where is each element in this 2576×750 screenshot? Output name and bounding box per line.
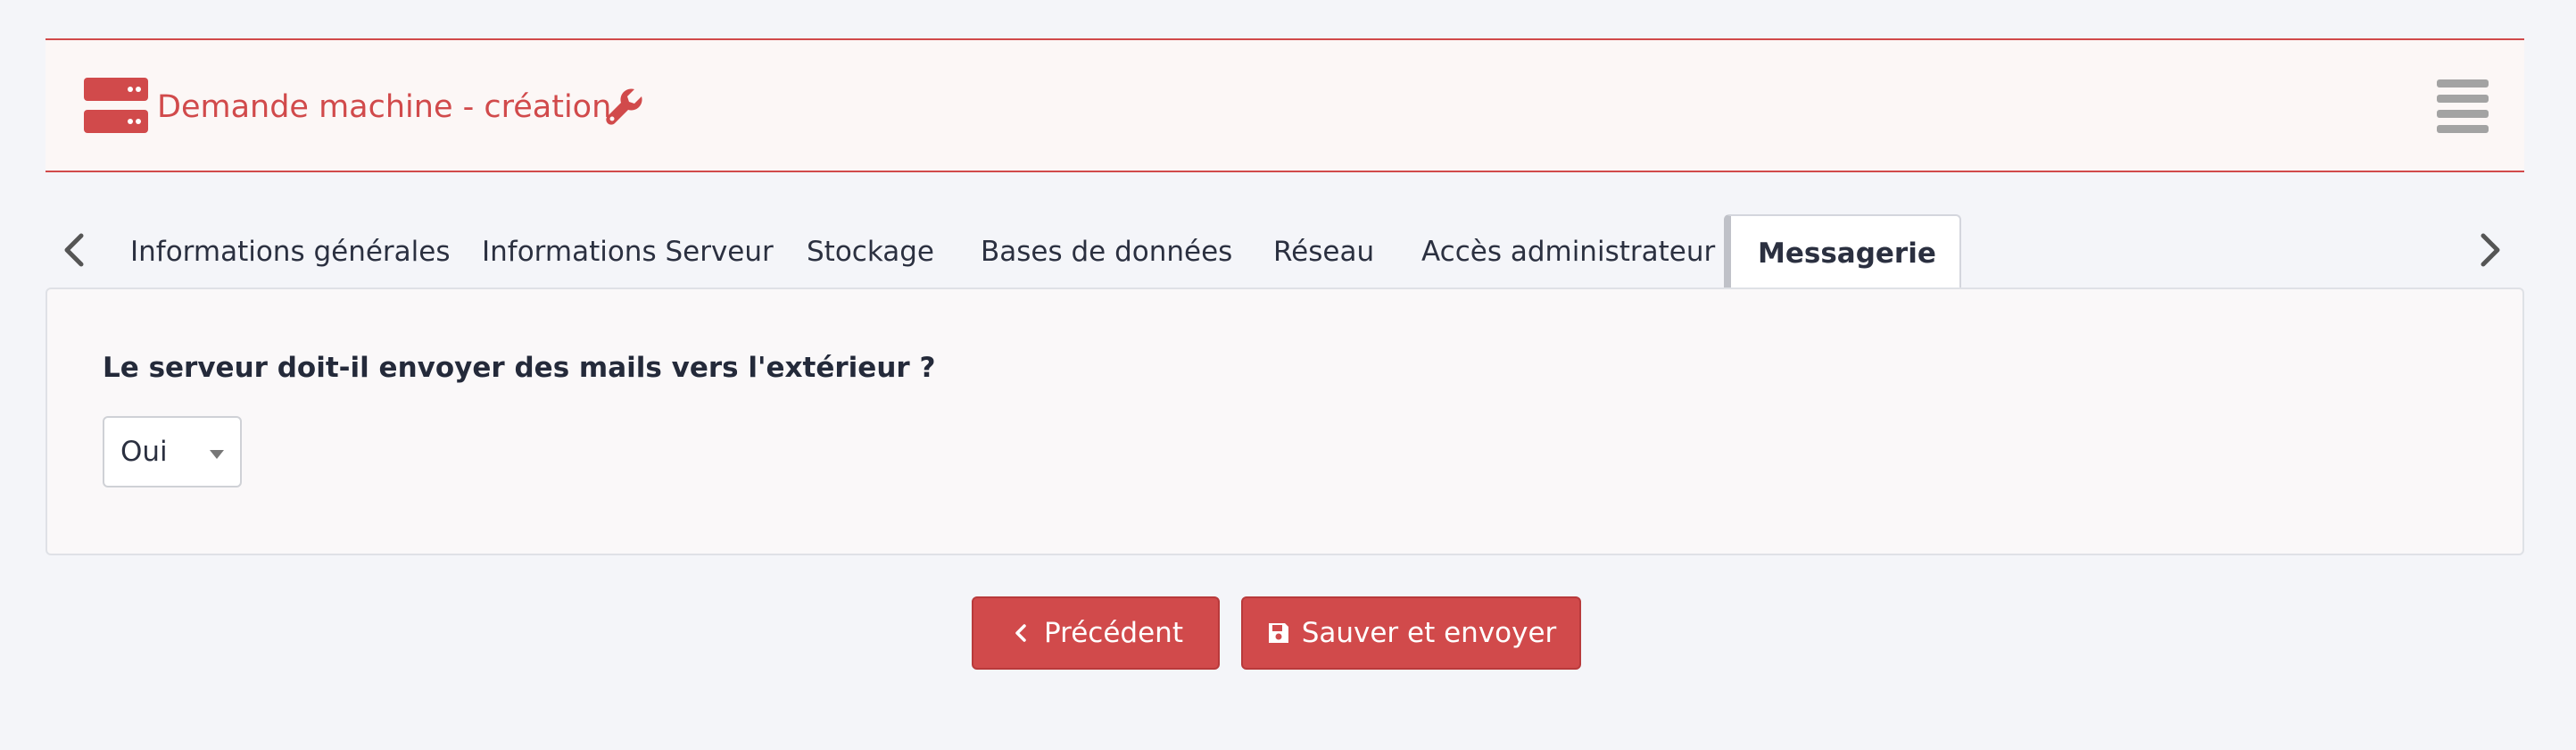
hamburger-menu-icon[interactable] xyxy=(2437,79,2489,133)
page-title: Demande machine - création xyxy=(157,89,612,125)
chevron-right-icon[interactable] xyxy=(2472,230,2508,270)
mail-outbound-select[interactable]: Oui xyxy=(103,416,242,488)
tab-messagerie[interactable]: Messagerie xyxy=(1724,214,1961,291)
messagerie-panel: Le serveur doit-il envoyer des mails ver… xyxy=(46,288,2524,555)
tab-informations-serveur[interactable]: Informations Serveur xyxy=(482,214,774,289)
save-and-send-button[interactable]: Sauver et envoyer xyxy=(1241,596,1581,670)
tabs-bar: Informations générales Informations Serv… xyxy=(46,214,2524,291)
tab-reseau[interactable]: Réseau xyxy=(1273,214,1374,289)
tab-stockage[interactable]: Stockage xyxy=(807,214,934,289)
question-label: Le serveur doit-il envoyer des mails ver… xyxy=(103,352,936,384)
save-button-label: Sauver et envoyer xyxy=(1301,617,1557,649)
tab-bases-de-donnees[interactable]: Bases de données xyxy=(981,214,1232,289)
tab-informations-generales[interactable]: Informations générales xyxy=(130,214,451,289)
chevron-left-icon xyxy=(1015,624,1026,642)
previous-button[interactable]: Précédent xyxy=(972,596,1220,670)
tab-acces-administrateur[interactable]: Accès administrateur xyxy=(1421,214,1715,289)
server-icon xyxy=(84,78,148,133)
wrench-icon xyxy=(606,88,642,125)
chevron-left-icon[interactable] xyxy=(56,230,92,270)
page-header: Demande machine - création xyxy=(46,38,2524,172)
caret-down-icon xyxy=(210,450,224,459)
select-value: Oui xyxy=(120,436,168,468)
previous-button-label: Précédent xyxy=(1044,617,1183,649)
floppy-disk-icon xyxy=(1268,623,1288,643)
